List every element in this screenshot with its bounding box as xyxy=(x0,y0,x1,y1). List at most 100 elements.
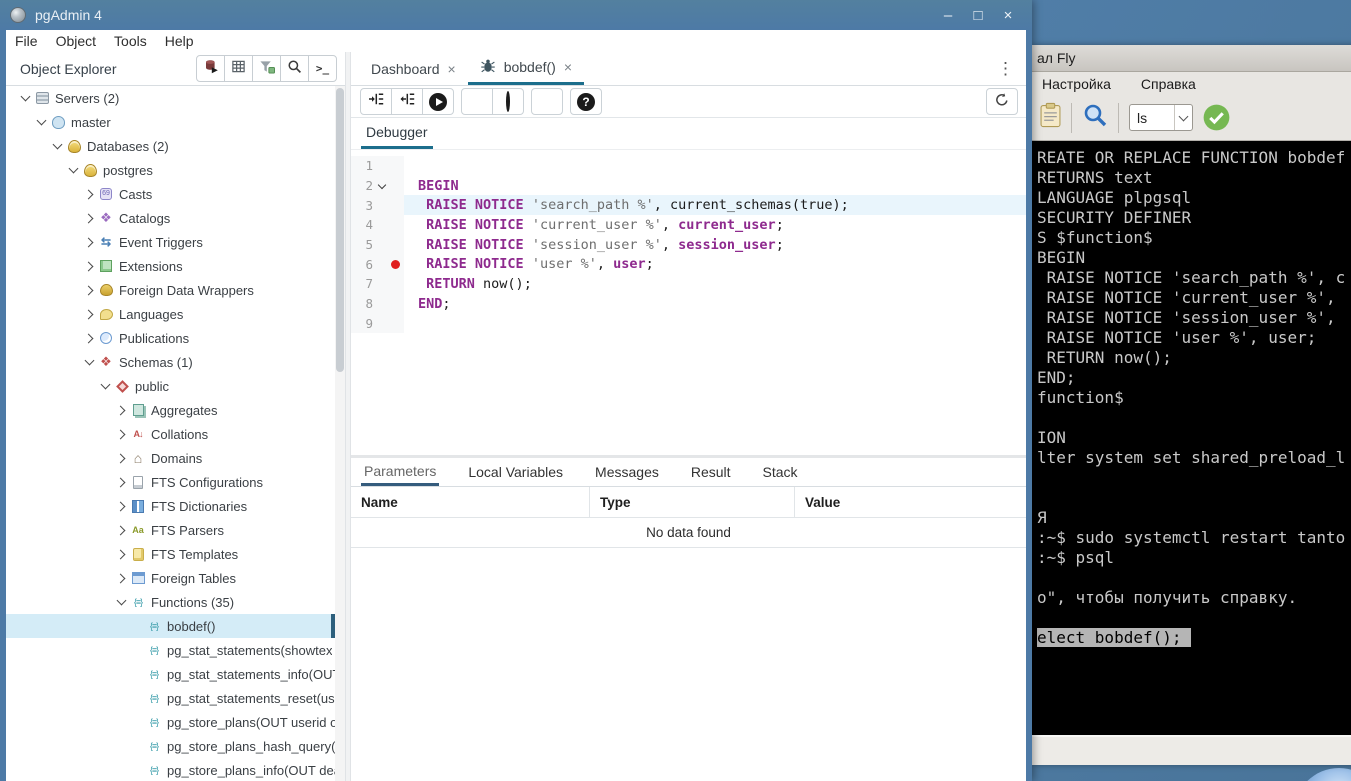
step-into-button[interactable] xyxy=(360,88,392,115)
column-header-value[interactable]: Value xyxy=(795,487,1026,517)
filter-button[interactable] xyxy=(252,55,281,82)
close-tab-icon[interactable]: × xyxy=(564,59,572,75)
breakpoint-dot-icon[interactable] xyxy=(391,260,404,269)
stop-button[interactable] xyxy=(531,88,563,115)
help-button[interactable]: ? xyxy=(570,88,602,115)
close-tab-icon[interactable]: × xyxy=(448,61,456,77)
chevron-right-icon[interactable] xyxy=(112,455,130,462)
step-over-button[interactable] xyxy=(391,88,423,115)
terminal-titlebar[interactable]: ал Fly xyxy=(1032,45,1351,72)
tree-item-domains[interactable]: ⌂Domains xyxy=(6,446,335,470)
chevron-right-icon[interactable] xyxy=(80,335,98,342)
terminal-text: Я xyxy=(1037,508,1047,527)
menu-object[interactable]: Object xyxy=(47,33,105,49)
chevron-down-icon[interactable] xyxy=(112,600,130,604)
tree-item-fts-parsers[interactable]: AaFTS Parsers xyxy=(6,518,335,542)
chevron-right-icon[interactable] xyxy=(112,575,130,582)
tree-item-aggregates[interactable]: Aggregates xyxy=(6,398,335,422)
tree-item-publications[interactable]: Publications xyxy=(6,326,335,350)
tree-item-languages[interactable]: Languages xyxy=(6,302,335,326)
view-data-button[interactable] xyxy=(224,55,253,82)
run-command-button[interactable] xyxy=(1203,104,1230,131)
tree-item-fts-dictionaries[interactable]: FTS Dictionaries xyxy=(6,494,335,518)
terminal-menu-1[interactable]: Справка xyxy=(1141,76,1196,92)
tree-item-pg-stat-statements-info-out[interactable]: {≡}pg_stat_statements_info(OUT xyxy=(6,662,335,686)
close-button[interactable]: × xyxy=(998,7,1018,24)
tab-menu-kebab-icon[interactable]: ⋮ xyxy=(997,59,1014,79)
tree-item-foreign-tables[interactable]: Foreign Tables xyxy=(6,566,335,590)
tree-item-extensions[interactable]: Extensions xyxy=(6,254,335,278)
chevron-right-icon[interactable] xyxy=(112,503,130,510)
chevron-right-icon[interactable] xyxy=(112,551,130,558)
terminal-menu-0[interactable]: Настройка xyxy=(1042,76,1111,92)
continue-button[interactable] xyxy=(422,88,454,115)
clear-all-breakpoints-button[interactable] xyxy=(492,88,524,115)
chevron-down-icon[interactable] xyxy=(64,168,82,172)
tree-item-public[interactable]: public xyxy=(6,374,335,398)
column-header-name[interactable]: Name xyxy=(351,487,590,517)
tree-item-pg-store-plans-info-out-dea[interactable]: {≡}pg_store_plans_info(OUT dea xyxy=(6,758,335,781)
tree-item-pg-store-plans-out-userid-oi[interactable]: {≡}pg_store_plans(OUT userid oi xyxy=(6,710,335,734)
server-activity-button[interactable] xyxy=(196,55,225,82)
chevron-right-icon[interactable] xyxy=(80,215,98,222)
tree-item-pg-stat-statements-reset-us[interactable]: {≡}pg_stat_statements_reset(us xyxy=(6,686,335,710)
menu-tools[interactable]: Tools xyxy=(105,33,156,49)
column-header-type[interactable]: Type xyxy=(590,487,795,517)
tab-debugger[interactable]: Debugger xyxy=(361,118,433,149)
tree-item-pg-stat-statements-showtex[interactable]: {≡}pg_stat_statements(showtex xyxy=(6,638,335,662)
chevron-right-icon[interactable] xyxy=(80,239,98,246)
tab-result[interactable]: Result xyxy=(688,458,734,486)
tree-item-databases-2[interactable]: Databases (2) xyxy=(6,134,335,158)
tree-item-bobdef[interactable]: {≡}bobdef() xyxy=(6,614,335,638)
chevron-right-icon[interactable] xyxy=(80,311,98,318)
tree-item-collations[interactable]: A↓Collations xyxy=(6,422,335,446)
tree-item-fts-templates[interactable]: FTS Templates xyxy=(6,542,335,566)
chevron-right-icon[interactable] xyxy=(112,479,130,486)
chevron-right-icon[interactable] xyxy=(112,431,130,438)
maximize-button[interactable]: □ xyxy=(968,7,988,24)
terminal-screen[interactable]: REATE OR REPLACE FUNCTION bobdefRETURNS … xyxy=(1032,141,1351,735)
toggle-breakpoint-button[interactable] xyxy=(461,88,493,115)
tree-scrollbar[interactable] xyxy=(335,86,345,781)
tree-item-foreign-data-wrappers[interactable]: Foreign Data Wrappers xyxy=(6,278,335,302)
tree-item-casts[interactable]: 69Casts xyxy=(6,182,335,206)
tree-item-pg-store-plans-hash-query-t[interactable]: {≡}pg_store_plans_hash_query(t xyxy=(6,734,335,758)
chevron-down-icon[interactable] xyxy=(32,120,50,124)
search-objects-button[interactable] xyxy=(280,55,309,82)
chevron-down-icon[interactable] xyxy=(96,384,114,388)
search-icon-button[interactable] xyxy=(1082,102,1108,133)
chevron-down-icon[interactable] xyxy=(16,96,34,100)
tree-item-servers-2[interactable]: Servers (2) xyxy=(6,86,335,110)
tree-scrollbar-thumb[interactable] xyxy=(336,88,344,372)
chevron-right-icon[interactable] xyxy=(112,407,130,414)
chevron-down-icon[interactable] xyxy=(80,360,98,364)
command-select[interactable]: ls xyxy=(1129,104,1193,131)
fold-chevron-icon[interactable] xyxy=(373,184,391,188)
chevron-right-icon[interactable] xyxy=(112,527,130,534)
menu-file[interactable]: File xyxy=(6,33,47,49)
tab-dashboard[interactable]: Dashboard× xyxy=(359,52,468,85)
tab-bobdef[interactable]: bobdef()× xyxy=(468,52,584,85)
minimize-button[interactable]: – xyxy=(938,7,958,24)
tab-parameters[interactable]: Parameters xyxy=(361,458,439,486)
clipboard-icon-button[interactable] xyxy=(1040,102,1061,133)
chevron-down-icon[interactable] xyxy=(48,144,66,148)
tree-item-fts-configurations[interactable]: FTS Configurations xyxy=(6,470,335,494)
tab-local-variables[interactable]: Local Variables xyxy=(465,458,566,486)
tree-item-postgres[interactable]: postgres xyxy=(6,158,335,182)
refresh-button[interactable] xyxy=(986,88,1018,115)
chevron-right-icon[interactable] xyxy=(80,191,98,198)
psql-tool-button[interactable]: >_ xyxy=(308,55,337,82)
pgadmin-titlebar[interactable]: pgAdmin 4 – □ × xyxy=(0,0,1032,30)
chevron-right-icon[interactable] xyxy=(80,287,98,294)
code-editor[interactable]: 12BEGIN3 RAISE NOTICE 'search_path %', c… xyxy=(351,150,1026,455)
tree-item-functions-35[interactable]: {≡}Functions (35) xyxy=(6,590,335,614)
tree-item-catalogs[interactable]: ❖Catalogs xyxy=(6,206,335,230)
tree-item-schemas-1[interactable]: ❖Schemas (1) xyxy=(6,350,335,374)
tab-messages[interactable]: Messages xyxy=(592,458,662,486)
tab-stack[interactable]: Stack xyxy=(760,458,801,486)
tree-item-master[interactable]: master xyxy=(6,110,335,134)
tree-item-event-triggers[interactable]: ⇆Event Triggers xyxy=(6,230,335,254)
chevron-right-icon[interactable] xyxy=(80,263,98,270)
menu-help[interactable]: Help xyxy=(156,33,203,49)
